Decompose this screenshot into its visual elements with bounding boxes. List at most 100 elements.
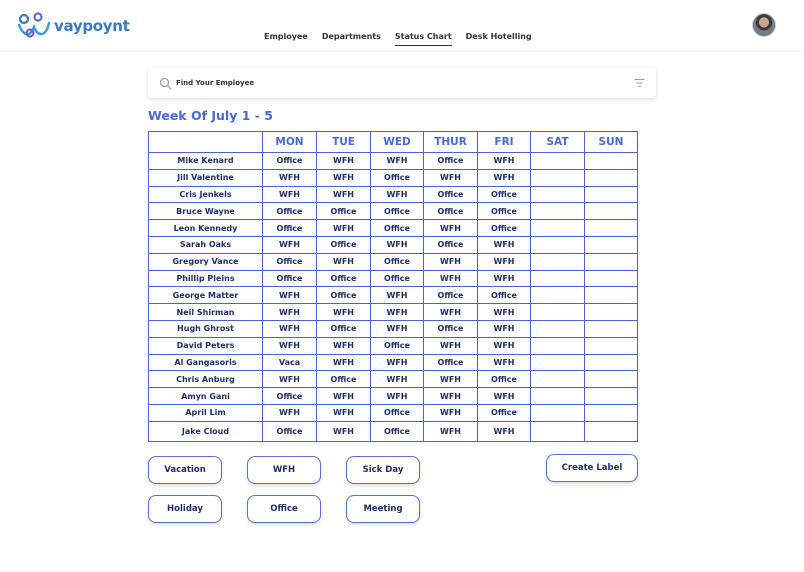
employee-name[interactable]: Jake Cloud — [148, 420, 263, 442]
status-cell-wed[interactable]: Office — [370, 403, 424, 422]
status-cell-sun[interactable] — [584, 286, 638, 305]
status-cell-mon[interactable]: Office — [262, 219, 317, 237]
status-cell-sun[interactable] — [584, 403, 638, 422]
status-cell-thur[interactable]: Office — [423, 235, 478, 254]
status-cell-sat[interactable] — [530, 235, 585, 254]
status-cell-mon[interactable]: WFH — [262, 303, 317, 321]
status-cell-wed[interactable]: WFH — [370, 387, 424, 405]
search-input[interactable] — [176, 75, 616, 91]
status-cell-sun[interactable] — [584, 269, 638, 288]
status-cell-mon[interactable]: WFH — [262, 319, 317, 338]
status-cell-thur[interactable]: WFH — [423, 219, 478, 237]
status-cell-tue[interactable]: Office — [316, 235, 371, 254]
employee-name[interactable]: April Lim — [148, 403, 263, 422]
office-button[interactable]: Office — [247, 495, 321, 523]
status-cell-wed[interactable]: WFH — [370, 303, 424, 321]
employee-name[interactable]: Phillip Pleins — [148, 269, 263, 288]
nav-departments[interactable]: Departments — [322, 30, 381, 46]
status-cell-mon[interactable]: WFH — [262, 235, 317, 254]
status-cell-sat[interactable] — [530, 252, 585, 271]
status-cell-sat[interactable] — [530, 420, 585, 442]
status-cell-tue[interactable]: WFH — [316, 168, 371, 187]
wfh-button[interactable]: WFH — [247, 456, 321, 484]
status-cell-tue[interactable]: WFH — [316, 403, 371, 422]
status-cell-sat[interactable] — [530, 168, 585, 187]
status-cell-wed[interactable]: Office — [370, 269, 424, 288]
employee-name[interactable]: Gregory Vance — [148, 252, 263, 271]
status-cell-sat[interactable] — [530, 403, 585, 422]
status-cell-mon[interactable]: Office — [262, 269, 317, 288]
status-cell-mon[interactable]: Office — [262, 252, 317, 271]
brand-logo[interactable]: vaypoynt — [16, 10, 134, 42]
status-cell-wed[interactable]: WFH — [370, 286, 424, 305]
status-cell-sat[interactable] — [530, 202, 585, 221]
status-cell-wed[interactable]: Office — [370, 202, 424, 221]
status-cell-thur[interactable]: WFH — [423, 168, 478, 187]
status-cell-tue[interactable]: WFH — [316, 252, 371, 271]
status-cell-sat[interactable] — [530, 336, 585, 355]
status-cell-fri[interactable]: Office — [477, 286, 531, 305]
status-cell-tue[interactable]: WFH — [316, 353, 371, 372]
employee-name[interactable]: Mike Kenard — [148, 152, 263, 170]
status-cell-sun[interactable] — [584, 252, 638, 271]
status-cell-fri[interactable]: WFH — [477, 420, 531, 442]
status-cell-mon[interactable]: WFH — [262, 336, 317, 355]
status-cell-tue[interactable]: Office — [316, 370, 371, 389]
status-cell-fri[interactable]: WFH — [477, 252, 531, 271]
status-cell-wed[interactable]: WFH — [370, 235, 424, 254]
status-cell-sat[interactable] — [530, 219, 585, 237]
status-cell-sun[interactable] — [584, 420, 638, 442]
status-cell-wed[interactable]: Office — [370, 336, 424, 355]
status-cell-fri[interactable]: Office — [477, 403, 531, 422]
status-cell-thur[interactable]: WFH — [423, 403, 478, 422]
status-cell-sat[interactable] — [530, 269, 585, 288]
filter-icon[interactable] — [634, 78, 645, 88]
status-cell-sat[interactable] — [530, 353, 585, 372]
status-cell-tue[interactable]: WFH — [316, 185, 371, 204]
status-cell-sat[interactable] — [530, 387, 585, 405]
status-cell-thur[interactable]: Office — [423, 353, 478, 372]
status-cell-thur[interactable]: Office — [423, 152, 478, 170]
status-cell-mon[interactable]: WFH — [262, 185, 317, 204]
status-cell-thur[interactable]: WFH — [423, 303, 478, 321]
status-cell-sun[interactable] — [584, 303, 638, 321]
status-cell-mon[interactable]: Office — [262, 202, 317, 221]
employee-name[interactable]: Hugh Ghrost — [148, 319, 263, 338]
status-cell-fri[interactable]: WFH — [477, 387, 531, 405]
status-cell-thur[interactable]: WFH — [423, 269, 478, 288]
status-cell-fri[interactable]: WFH — [477, 319, 531, 338]
vacation-button[interactable]: Vacation — [148, 456, 222, 484]
status-cell-fri[interactable]: WFH — [477, 168, 531, 187]
status-cell-mon[interactable]: Vaca — [262, 353, 317, 372]
status-cell-fri[interactable]: WFH — [477, 303, 531, 321]
search-icon[interactable] — [159, 77, 172, 90]
status-cell-fri[interactable]: Office — [477, 370, 531, 389]
status-cell-thur[interactable]: WFH — [423, 252, 478, 271]
status-cell-thur[interactable]: WFH — [423, 420, 478, 442]
status-cell-thur[interactable]: Office — [423, 286, 478, 305]
status-cell-thur[interactable]: WFH — [423, 387, 478, 405]
status-cell-fri[interactable]: WFH — [477, 353, 531, 372]
status-cell-mon[interactable]: WFH — [262, 370, 317, 389]
status-cell-mon[interactable]: WFH — [262, 168, 317, 187]
status-cell-sat[interactable] — [530, 152, 585, 170]
status-cell-thur[interactable]: WFH — [423, 336, 478, 355]
status-cell-sun[interactable] — [584, 336, 638, 355]
status-cell-mon[interactable]: Office — [262, 420, 317, 442]
status-cell-sun[interactable] — [584, 353, 638, 372]
status-cell-thur[interactable]: Office — [423, 185, 478, 204]
status-cell-mon[interactable]: Office — [262, 387, 317, 405]
status-cell-tue[interactable]: Office — [316, 319, 371, 338]
status-cell-sun[interactable] — [584, 202, 638, 221]
status-cell-tue[interactable]: Office — [316, 202, 371, 221]
status-cell-sat[interactable] — [530, 286, 585, 305]
nav-employee[interactable]: Employee — [264, 30, 308, 46]
status-cell-wed[interactable]: Office — [370, 168, 424, 187]
status-cell-mon[interactable]: Office — [262, 152, 317, 170]
holiday-button[interactable]: Holiday — [148, 495, 222, 523]
status-cell-wed[interactable]: WFH — [370, 353, 424, 372]
employee-name[interactable]: Amyn Gani — [148, 387, 263, 405]
status-cell-tue[interactable]: WFH — [316, 152, 371, 170]
status-cell-wed[interactable]: Office — [370, 420, 424, 442]
employee-name[interactable]: Al Gangasoris — [148, 353, 263, 372]
